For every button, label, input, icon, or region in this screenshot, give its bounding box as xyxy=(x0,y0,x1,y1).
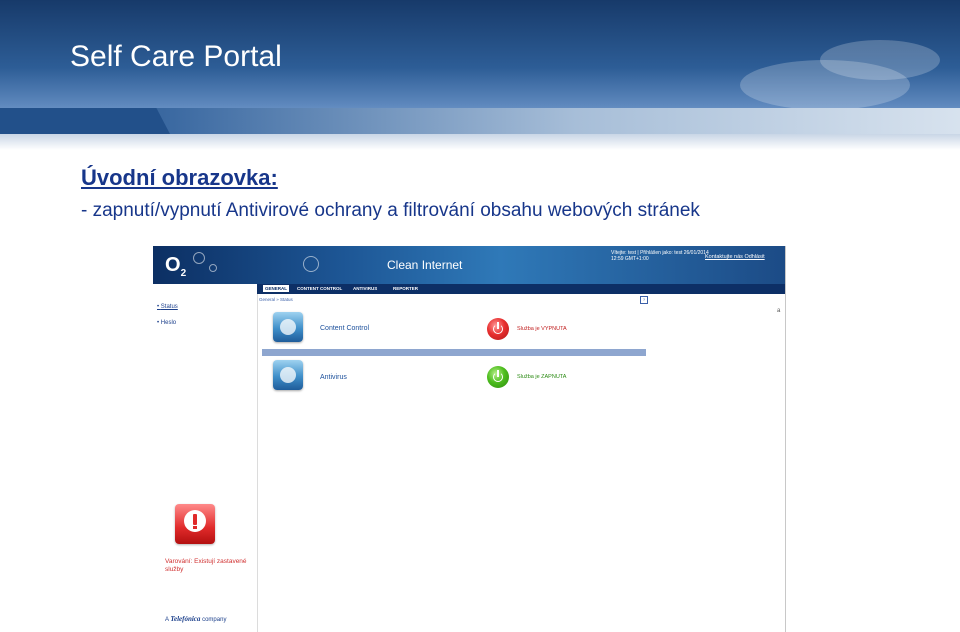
portal-header: O2 Clean Internet Vítejte: test | Přihlá… xyxy=(153,246,785,284)
warning-icon xyxy=(175,504,215,544)
row-divider xyxy=(262,349,646,356)
slide-header: Self Care Portal xyxy=(0,0,960,150)
tab-content-control[interactable]: CONTENT CONTROL xyxy=(297,286,342,291)
warning-text: Varování: Existují zastavené služby xyxy=(165,558,247,573)
header-tab-shape xyxy=(0,108,170,134)
bullet-text: - zapnutí/vypnutí Antivirové ochrany a f… xyxy=(81,200,700,221)
tab-antivirus[interactable]: ANTIVIRUS xyxy=(353,286,377,291)
telefonica-logo: Telefónica xyxy=(170,615,201,623)
bubble-decoration xyxy=(303,256,319,272)
user-info: Vítejte: test | Přihlášen jako: test 26/… xyxy=(611,250,709,262)
portal-screenshot: O2 Clean Internet Vítejte: test | Přihlá… xyxy=(153,246,786,632)
sidebar: • Status • Heslo xyxy=(153,294,258,632)
sidebar-item-heslo[interactable]: • Heslo xyxy=(157,320,176,326)
cloud-decoration xyxy=(820,40,940,80)
power-off-icon[interactable] xyxy=(487,318,509,340)
main-nav: GENERAL CONTENT CONTROL ANTIVIRUS REPORT… xyxy=(257,284,785,294)
breadcrumb: General » Status xyxy=(259,297,293,302)
o2-logo: O2 xyxy=(165,254,187,279)
sidebar-item-status[interactable]: • Status xyxy=(157,304,178,310)
content-control-status: Služba je VYPNUTA xyxy=(517,326,567,332)
help-icon[interactable]: ? xyxy=(640,296,648,304)
slide-title: Self Care Portal xyxy=(70,40,282,73)
antivirus-icon[interactable] xyxy=(273,360,303,390)
bubble-decoration xyxy=(209,264,217,272)
tab-reporter[interactable]: REPORTER xyxy=(393,286,418,291)
bubble-decoration xyxy=(193,252,205,264)
antivirus-label[interactable]: Antivirus xyxy=(320,374,347,381)
content-control-icon[interactable] xyxy=(273,312,303,342)
power-on-icon[interactable] xyxy=(487,366,509,388)
antivirus-status: Služba je ZAPNUTA xyxy=(517,374,567,380)
content-control-label[interactable]: Content Control xyxy=(320,325,369,332)
footer-brand: A Telefónica company xyxy=(165,615,227,623)
contact-logout-link[interactable]: Kontaktujte nás Odhlásit xyxy=(705,254,765,260)
header-fade xyxy=(0,134,960,150)
section-heading: Úvodní obrazovka: xyxy=(81,165,278,190)
tab-general[interactable]: GENERAL xyxy=(263,285,290,292)
app-title: Clean Internet xyxy=(387,258,463,272)
scroll-marker: a xyxy=(777,308,781,314)
